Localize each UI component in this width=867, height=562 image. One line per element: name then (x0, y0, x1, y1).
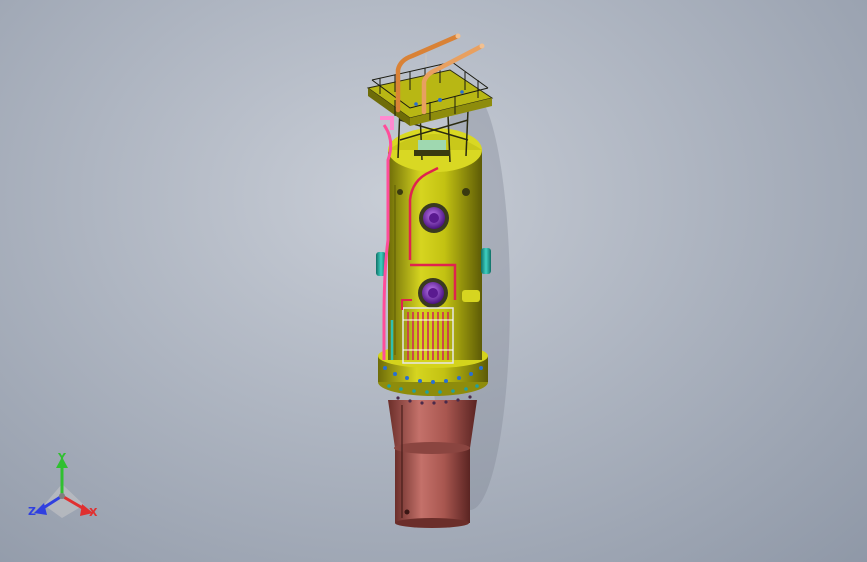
cad-model[interactable]: Y X Z (0, 0, 867, 562)
triad-base (44, 484, 84, 518)
right-yellow-nozzle[interactable] (462, 290, 480, 302)
triad-z-label: Z (28, 505, 36, 518)
right-teal-nozzle[interactable] (481, 248, 491, 274)
triad-x-label: X (89, 506, 98, 519)
triad-y-label: Y (57, 451, 67, 464)
3d-viewport[interactable]: Y X Z (0, 0, 867, 562)
top-header-pipes[interactable] (414, 140, 450, 156)
skirt[interactable] (388, 395, 477, 528)
upper-manway-nozzle[interactable] (419, 203, 449, 233)
coordinate-triad[interactable]: Y X Z (28, 451, 98, 519)
lower-manway-nozzle[interactable] (418, 278, 448, 308)
vessel-shell[interactable] (388, 128, 482, 360)
